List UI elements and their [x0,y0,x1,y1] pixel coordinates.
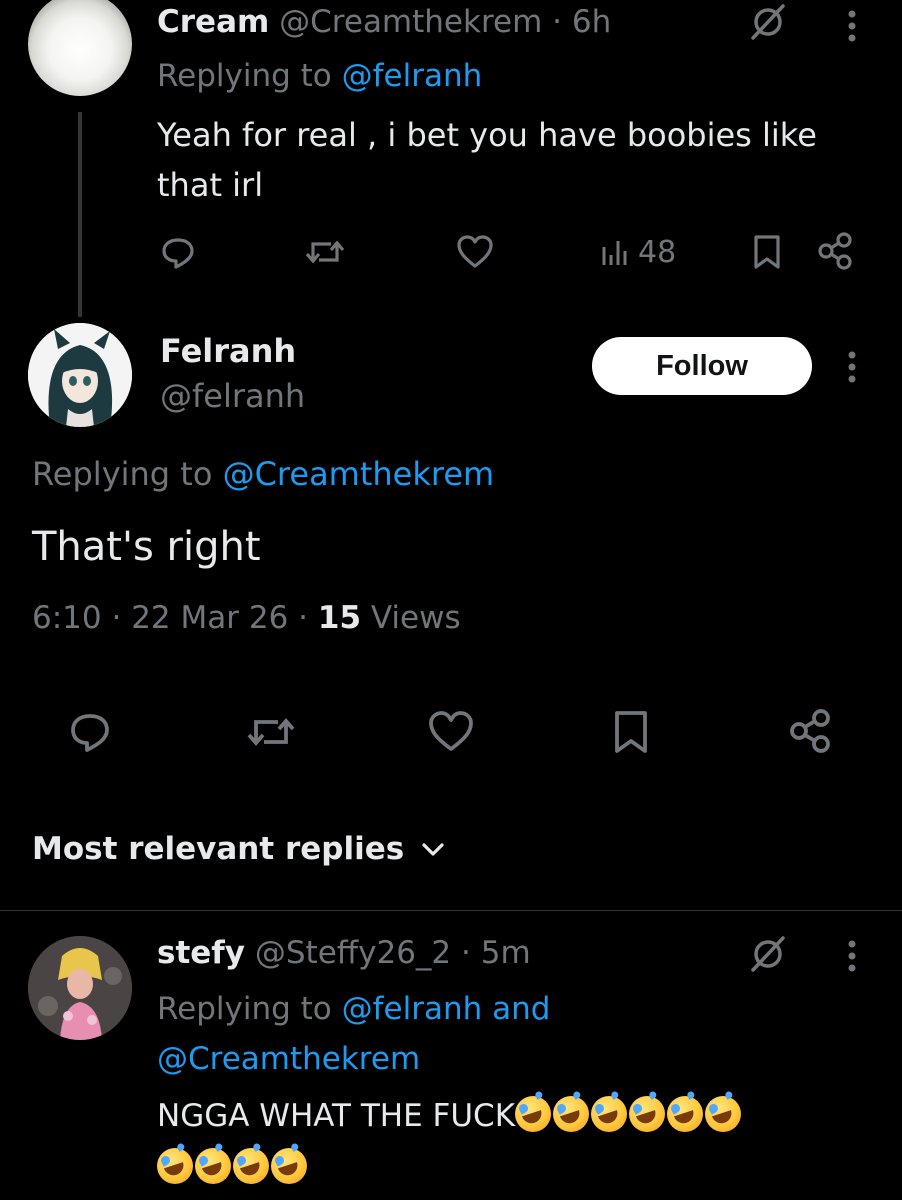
main-tweet-text: That's right [32,524,261,570]
divider [0,910,902,911]
stefy-time[interactable]: 5m [481,935,531,971]
thread-line [78,112,82,317]
stefy-avatar[interactable] [28,936,132,1040]
tweet-date[interactable]: 22 Mar 26 [131,600,288,636]
reply-text: NGGA WHAT THE FUCK [157,1098,516,1134]
chevron-down-icon [420,839,446,859]
stefy-header: stefy @Steffy26_2 · 5m [157,930,531,976]
cream-handle[interactable]: @Creamthekrem [279,4,542,40]
cream-header: Cream @Creamthekrem · 6h [157,0,611,44]
more-vertical-icon[interactable] [840,6,864,46]
separator: · [461,935,471,971]
grok-icon[interactable] [748,934,788,974]
separator: · [111,600,122,636]
bookmark-icon[interactable] [750,232,784,272]
tweet-thread-page: Cream @Creamthekrem · 6h Replying to @fe… [0,0,902,1200]
share-icon[interactable] [786,706,834,756]
separator: · [552,4,563,40]
reply-icon[interactable] [66,708,114,756]
stefy-tweet-text: NGGA WHAT THE FUCK [157,1090,857,1194]
and-word: and [492,991,551,1027]
replying-prefix: Replying to [157,58,332,94]
share-icon[interactable] [815,230,855,272]
views-label[interactable]: Views [371,600,461,636]
tweet-text-line: Yeah for real , i bet you have boobies l… [157,116,817,154]
retweet-icon[interactable] [303,232,347,272]
replies-sort-label: Most relevant replies [32,831,405,867]
views-count: 48 [638,234,677,270]
follow-button[interactable]: Follow [592,337,812,395]
retweet-icon[interactable] [244,708,298,756]
main-tweet-meta: 6:10 · 22 Mar 26 · 15 Views [32,596,461,640]
replying-to-link[interactable]: @Creamthekrem [157,1034,877,1084]
replying-to-link[interactable]: @felranh [342,58,483,94]
views-number[interactable]: 15 [318,600,361,636]
replying-to-link[interactable]: @Creamthekrem [223,455,495,493]
cream-replying-to: Replying to @felranh [157,54,482,98]
stefy-handle[interactable]: @Steffy26_2 [255,935,451,971]
rofl-emoji-icon [157,1142,857,1194]
grok-icon[interactable] [748,2,788,42]
views-chart-icon [600,235,630,269]
bookmark-icon[interactable] [611,708,651,756]
tweet-time[interactable]: 6:10 [32,600,102,636]
more-vertical-icon[interactable] [840,936,864,976]
felranh-replying-to: Replying to @Creamthekrem [32,452,494,496]
stefy-display-name[interactable]: stefy [157,935,245,971]
cream-time[interactable]: 6h [572,4,611,40]
tweet-text-line: that irl [157,166,264,204]
felranh-avatar[interactable] [28,323,132,427]
separator: · [298,600,309,636]
heart-icon[interactable] [454,232,496,272]
heart-icon[interactable] [426,708,476,756]
replying-prefix: Replying to [157,991,332,1027]
replies-sort-dropdown[interactable]: Most relevant replies [32,826,446,872]
more-vertical-icon[interactable] [840,347,864,387]
stefy-replying-to: Replying to @felranh and @Creamthekrem [157,984,877,1084]
views-button[interactable]: 48 [600,232,676,272]
reply-icon[interactable] [158,232,198,272]
felranh-handle[interactable]: @felranh [160,375,305,417]
felranh-display-name[interactable]: Felranh [160,330,296,372]
rofl-emoji-icon [515,1096,743,1134]
cream-tweet-text: Yeah for real , i bet you have boobies l… [157,110,887,210]
cream-avatar[interactable] [28,0,132,96]
replying-to-link[interactable]: @felranh [342,991,483,1027]
replying-prefix: Replying to [32,455,213,493]
cream-display-name[interactable]: Cream [157,4,269,40]
